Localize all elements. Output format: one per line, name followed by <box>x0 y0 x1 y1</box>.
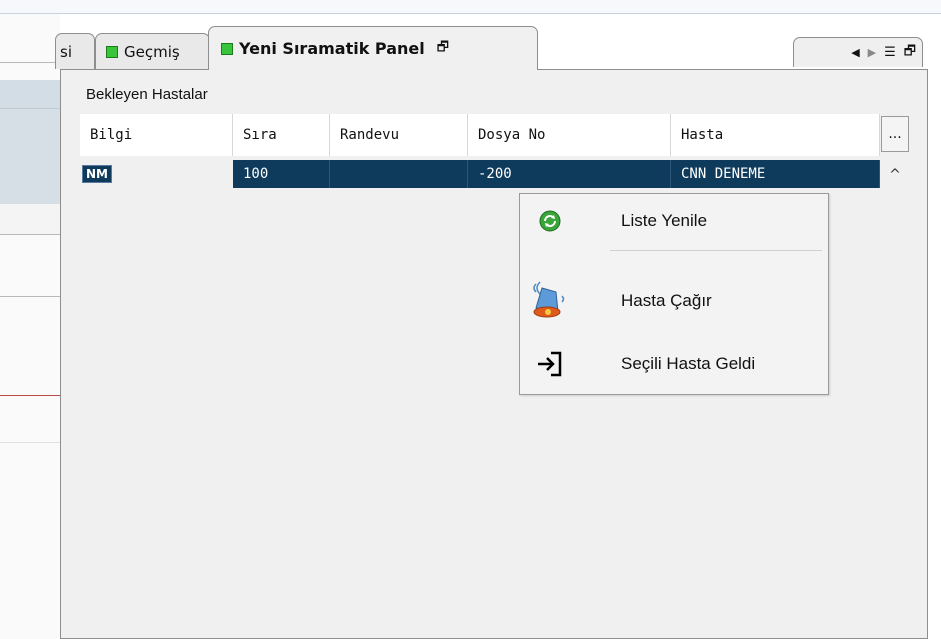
left-divider <box>0 234 60 236</box>
tab-partial-label: si <box>60 42 72 61</box>
tab-partial[interactable]: si <box>55 33 95 69</box>
tab-status-square-icon <box>221 42 233 55</box>
menu-item-label: Hasta Çağır <box>621 291 712 310</box>
refresh-icon <box>520 210 580 232</box>
menu-separator <box>610 250 822 251</box>
tab-navigation: ◀ ▶ ☰ 🗗 <box>793 37 923 67</box>
menu-item-liste-yenile[interactable]: Liste Yenile <box>520 200 828 242</box>
tab-connector <box>209 67 537 71</box>
left-row[interactable] <box>0 80 60 108</box>
cell-randevu[interactable] <box>330 160 468 188</box>
column-header-hasta[interactable]: Hasta <box>671 114 880 156</box>
left-row[interactable] <box>0 108 60 204</box>
left-panel <box>0 14 60 639</box>
scroll-up-icon[interactable]: ^ <box>884 165 906 185</box>
sign-in-icon <box>520 350 580 378</box>
tab-gecmis-label: Geçmiş <box>124 42 180 61</box>
cell-dosya-no[interactable]: -200 <box>468 160 671 188</box>
tab-yeni-label: Yeni Sıramatik Panel <box>239 39 425 58</box>
nm-badge-icon: NM <box>82 165 112 183</box>
left-divider <box>0 442 60 444</box>
bell-icon <box>520 278 580 324</box>
tab-prev-icon[interactable]: ◀ <box>851 46 859 59</box>
cell-sira[interactable]: 100 <box>233 160 330 188</box>
menu-item-label: Liste Yenile <box>621 211 708 230</box>
column-chooser-button[interactable]: ... <box>881 116 909 152</box>
cell-bilgi[interactable]: NM <box>80 160 233 188</box>
menu-item-secili-hasta-geldi[interactable]: Seçili Hasta Geldi <box>520 343 828 385</box>
restore-icon[interactable]: 🗗 <box>437 38 449 60</box>
left-red-line <box>0 395 60 396</box>
left-row[interactable] <box>0 204 60 234</box>
top-strip <box>0 0 941 14</box>
column-header-sira[interactable]: Sıra <box>233 114 330 156</box>
tab-next-icon[interactable]: ▶ <box>868 46 876 59</box>
column-header-dosya-no[interactable]: Dosya No <box>468 114 671 156</box>
menu-item-label: Seçili Hasta Geldi <box>621 354 756 373</box>
tab-gecmis[interactable]: Geçmiş <box>95 33 210 69</box>
tab-yeni-siramatik-panel[interactable]: Yeni Sıramatik Panel 🗗 <box>208 26 538 70</box>
left-divider <box>0 296 60 298</box>
menu-item-hasta-cagir[interactable]: Hasta Çağır <box>520 280 828 322</box>
group-title: Bekleyen Hastalar <box>82 86 212 103</box>
tab-list-icon[interactable]: ☰ <box>884 45 896 60</box>
tab-status-square-icon <box>106 45 118 58</box>
column-header-randevu[interactable]: Randevu <box>330 114 468 156</box>
context-menu: Liste Yenile Hasta Çağır Seçili Hasta Ge… <box>519 193 829 395</box>
restore-icon[interactable]: 🗗 <box>904 42 916 64</box>
cell-hasta[interactable]: CNN DENEME <box>671 160 880 188</box>
column-header-bilgi[interactable]: Bilgi <box>80 114 233 156</box>
left-divider <box>0 62 60 64</box>
